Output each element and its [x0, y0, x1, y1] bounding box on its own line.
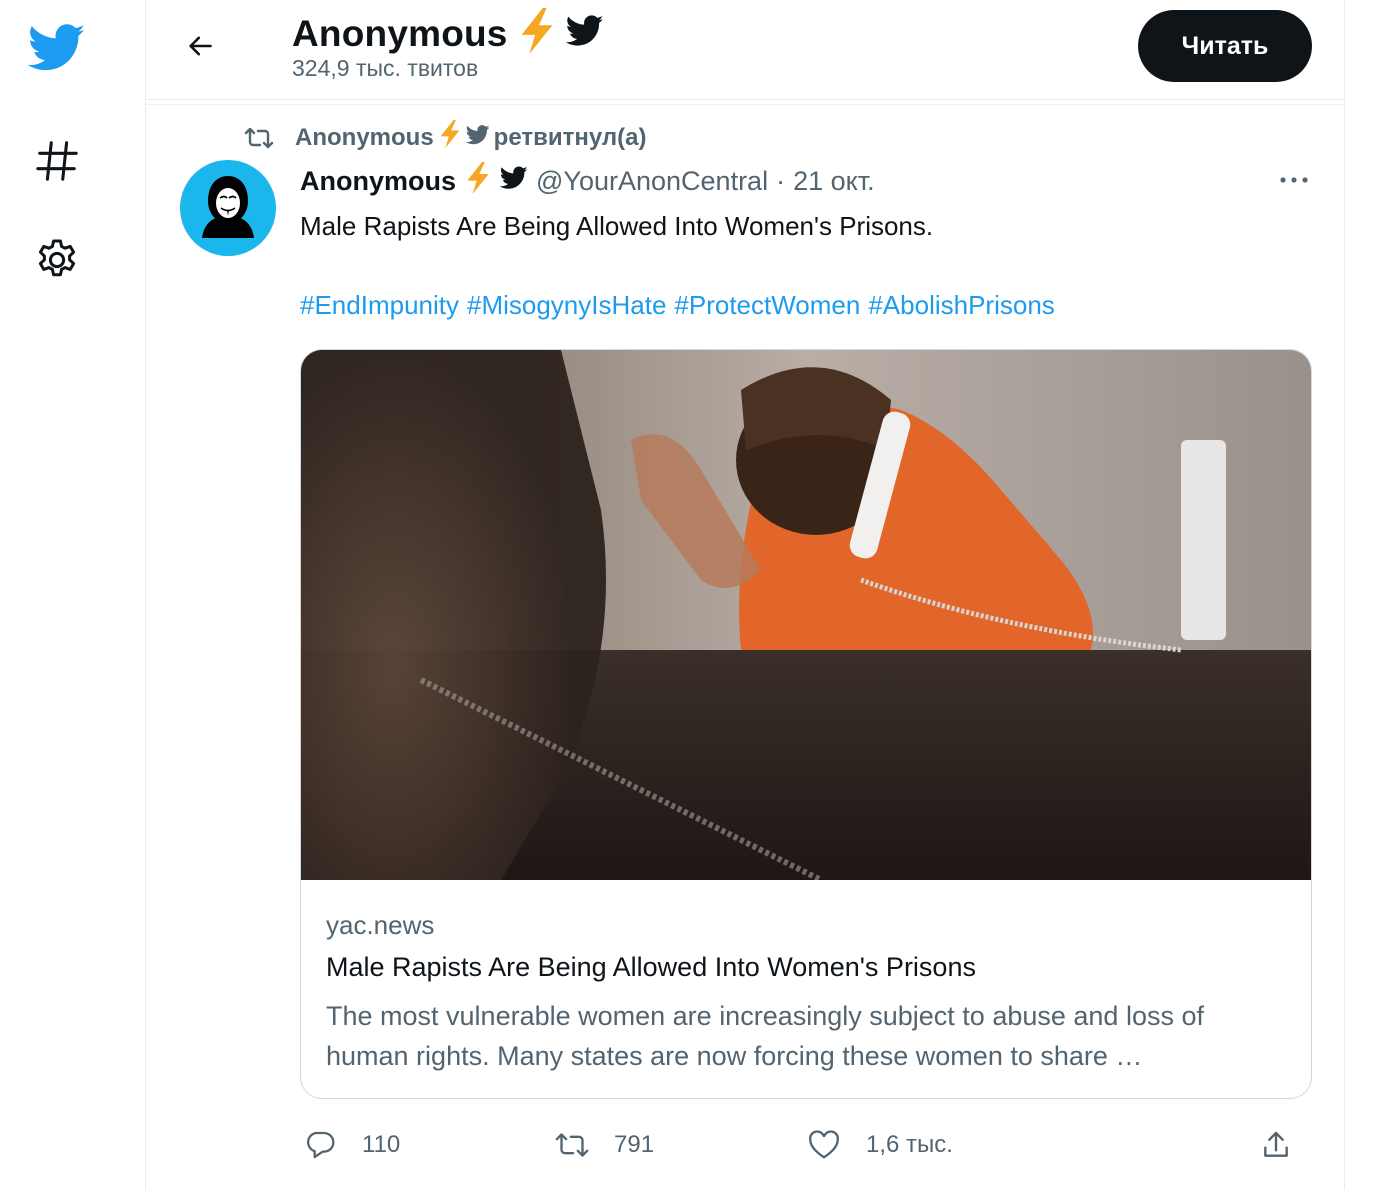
- page-title: Anonymous: [292, 8, 604, 59]
- twitter-logo-icon[interactable]: [26, 20, 88, 76]
- lightning-emoji-icon: [438, 120, 462, 155]
- twitter-bird-icon: [565, 15, 604, 52]
- profile-name: Anonymous: [292, 12, 508, 54]
- reply-button[interactable]: 110: [300, 1120, 400, 1170]
- hashtags: #EndImpunity #MisogynyIsHate #ProtectWom…: [300, 290, 1055, 321]
- share-icon: [1256, 1125, 1296, 1165]
- tweet-header: Anonymous @YourAnonCentral · 21 окт.: [300, 162, 875, 201]
- like-button[interactable]: 1,6 тыс.: [804, 1120, 953, 1170]
- divider: [146, 104, 1344, 105]
- card-image: [301, 350, 1311, 883]
- separator-dot: ·: [776, 166, 786, 196]
- share-button[interactable]: [1256, 1120, 1296, 1170]
- card-title: Male Rapists Are Being Allowed Into Wome…: [326, 952, 976, 982]
- hashtag-link[interactable]: #AbolishPrisons: [868, 290, 1054, 321]
- retweet-label: ретвитнул(а): [493, 123, 647, 151]
- left-sidebar: [0, 0, 145, 1190]
- author-handle[interactable]: @YourAnonCentral: [536, 166, 768, 197]
- retweet-icon: [241, 122, 277, 154]
- card-description: The most vulnerable women are increasing…: [326, 1001, 1204, 1071]
- author-name[interactable]: Anonymous: [300, 166, 456, 197]
- reply-count: 110: [362, 1131, 401, 1158]
- hashtag-icon[interactable]: [30, 134, 84, 188]
- twitter-bird-icon: [465, 124, 490, 152]
- reply-icon: [300, 1125, 340, 1165]
- hashtag-link[interactable]: #EndImpunity: [300, 290, 459, 321]
- profile-header: Anonymous 324,9 тыс. твитов Читать: [146, 0, 1344, 100]
- tweet-count: 324,9 тыс. твитов: [292, 55, 479, 81]
- card-domain: yac.news: [326, 910, 435, 940]
- follow-button[interactable]: Читать: [1138, 10, 1312, 82]
- like-count: 1,6 тыс.: [866, 1131, 953, 1158]
- retweet-context[interactable]: Anonymous ретвитнул(а): [241, 120, 646, 155]
- link-card[interactable]: yac.news Male Rapists Are Being Allowed …: [300, 349, 1312, 1099]
- tweet-text: Male Rapists Are Being Allowed Into Wome…: [300, 211, 934, 241]
- twitter-bird-icon: [499, 166, 528, 197]
- retweeter-name: Anonymous: [295, 123, 434, 151]
- retweet-icon: [552, 1125, 592, 1165]
- more-icon[interactable]: [1270, 162, 1318, 198]
- main-column: Anonymous 324,9 тыс. твитов Читать Anony…: [145, 0, 1345, 1190]
- like-icon: [804, 1125, 844, 1165]
- lightning-emoji-icon: [516, 8, 558, 59]
- hashtag-link[interactable]: #ProtectWomen: [674, 290, 860, 321]
- tweet-date[interactable]: 21 окт.: [793, 166, 875, 197]
- hashtag-link[interactable]: #MisogynyIsHate: [467, 290, 666, 321]
- retweet-button[interactable]: 791: [552, 1120, 654, 1170]
- tweet-actions: 110 791 1,6 тыс.: [300, 1120, 1310, 1170]
- back-arrow-icon[interactable]: [176, 26, 224, 66]
- avatar[interactable]: [180, 160, 276, 256]
- lightning-emoji-icon: [464, 162, 492, 201]
- gear-icon[interactable]: [30, 234, 84, 288]
- retweet-count: 791: [614, 1131, 655, 1158]
